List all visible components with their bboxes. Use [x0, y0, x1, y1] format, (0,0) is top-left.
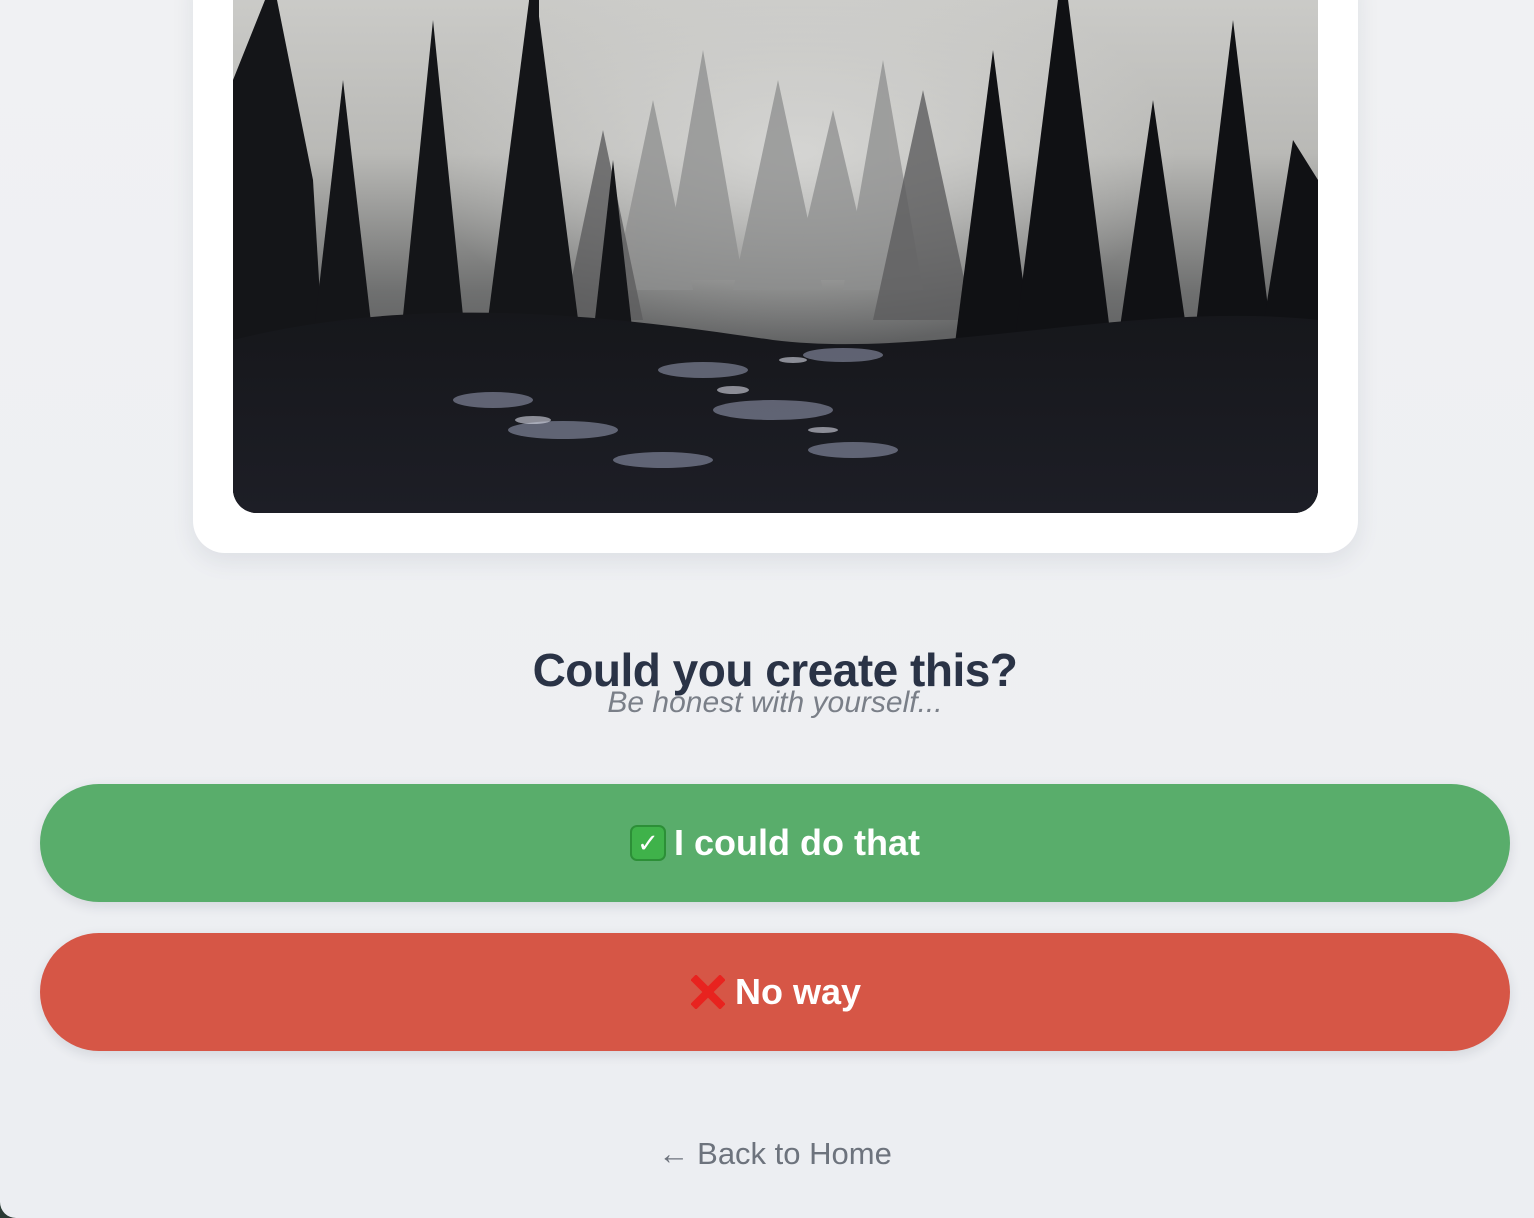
- game-screen: Could you create this? Be honest with yo…: [0, 0, 1534, 1218]
- i-could-do-that-label: I could do that: [674, 822, 920, 863]
- cross-mark-icon: [689, 973, 727, 1011]
- hint-text: Be honest with yourself...: [607, 686, 943, 719]
- check-mark-icon: ✓: [630, 825, 666, 861]
- arrow-left-icon: ←: [658, 1136, 690, 1171]
- artwork-card: [193, 0, 1358, 553]
- back-to-home-link[interactable]: ← Back to Home: [0, 1136, 1534, 1172]
- back-to-home-label: Back to Home: [697, 1136, 892, 1171]
- artwork-image: [233, 0, 1318, 513]
- no-way-button[interactable]: No way: [40, 933, 1510, 1051]
- i-could-do-that-button[interactable]: ✓ I could do that: [40, 784, 1510, 902]
- no-way-label: No way: [734, 971, 862, 1012]
